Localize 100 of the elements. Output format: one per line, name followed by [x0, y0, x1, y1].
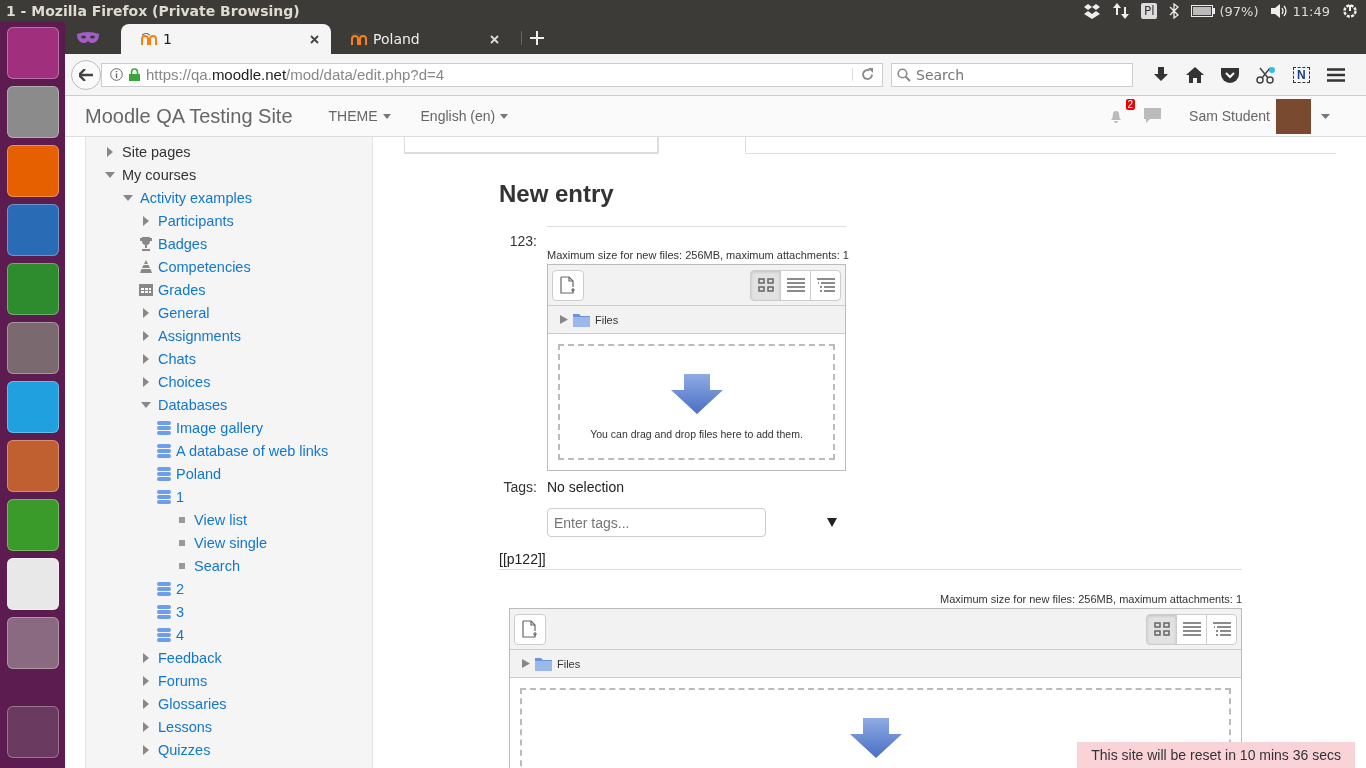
- nav-tree-item[interactable]: Site pages: [122, 143, 191, 160]
- list-view-icon: [1182, 622, 1201, 636]
- folder-label[interactable]: Files: [595, 313, 619, 326]
- download-icon[interactable]: [1153, 66, 1169, 83]
- bluetooth-icon[interactable]: [1169, 3, 1180, 19]
- nav-tree-item[interactable]: Image gallery: [176, 419, 264, 436]
- menu-icon[interactable]: [1326, 67, 1345, 82]
- folder-icon: [535, 656, 552, 671]
- nav-tree-item[interactable]: View single: [194, 534, 268, 551]
- field-label: 123:: [508, 232, 537, 251]
- nav-tree-item[interactable]: Databases: [158, 396, 228, 413]
- clock[interactable]: 11:49: [1292, 3, 1330, 19]
- user-name[interactable]: Sam Student: [1189, 108, 1270, 124]
- tags-input[interactable]: Enter tags...: [547, 508, 766, 537]
- lock-icon: [129, 68, 140, 81]
- speaker-icon[interactable]: [1270, 4, 1289, 18]
- nav-tree-item[interactable]: Competencies: [158, 258, 251, 275]
- nav-tree-item[interactable]: 2: [176, 580, 185, 597]
- nav-tree-item[interactable]: 1: [176, 488, 185, 505]
- nav-tree-item[interactable]: Badges: [158, 235, 208, 252]
- nav-tree-item[interactable]: Poland: [176, 465, 222, 482]
- expand-arrow-icon[interactable]: [560, 315, 568, 324]
- tab-title: Poland: [373, 31, 420, 47]
- pyramid-icon: [138, 258, 154, 275]
- nav-tree-item[interactable]: Grades: [158, 281, 206, 298]
- notification-count: 2: [1125, 99, 1136, 110]
- upload-limit-note: Maximum size for new files: 256MB, maximum attachments: 1: [940, 593, 1242, 605]
- nav-tree-item[interactable]: View list: [194, 511, 247, 528]
- drop-zone[interactable]: You can drag and drop files here to add them.: [558, 344, 835, 460]
- view-mode-button[interactable]: [780, 269, 811, 301]
- bullet-icon: [179, 539, 185, 546]
- add-file-button[interactable]: [514, 613, 546, 645]
- template-tag: [[p122]]: [499, 551, 1242, 570]
- nav-tree-item[interactable]: 4: [176, 626, 185, 643]
- search-field[interactable]: Search: [891, 62, 1133, 87]
- field-label: Tags:: [502, 479, 537, 497]
- box-icon[interactable]: [1082, 3, 1101, 19]
- keyboard-layout-indicator[interactable]: Pl: [1140, 3, 1158, 19]
- down-arrow-icon: [670, 374, 723, 414]
- mask-icon: [77, 32, 99, 44]
- nav-tree-item[interactable]: Activity examples: [140, 189, 252, 206]
- power-gear-icon[interactable]: [1342, 3, 1358, 19]
- mortarboard-icon: [351, 33, 367, 45]
- nav-tree-item[interactable]: Search: [194, 557, 240, 574]
- dropdown-menu[interactable]: English (en): [420, 108, 509, 124]
- reload-icon[interactable]: [852, 68, 874, 81]
- home-icon[interactable]: [1186, 66, 1204, 83]
- caret-icon: [382, 113, 391, 119]
- database-icon: [156, 626, 172, 643]
- browser-tab[interactable]: 1: [121, 24, 331, 54]
- dropdown-arrow-icon[interactable]: [827, 518, 837, 527]
- down-arrow-icon: [849, 718, 902, 758]
- shield-chevron-icon[interactable]: [1221, 66, 1239, 83]
- nav-tree-item[interactable]: Lessons: [158, 718, 212, 735]
- view-mode-button[interactable]: [810, 269, 841, 301]
- nav-tree-item[interactable]: Assignments: [158, 327, 241, 344]
- avatar-photo-placeholder[interactable]: [1276, 98, 1311, 134]
- tags-selection: No selection: [547, 479, 626, 495]
- battery-percentage[interactable]: (97%): [1219, 3, 1259, 19]
- add-file-button[interactable]: [552, 269, 584, 301]
- dropdown-menu[interactable]: THEME: [328, 108, 391, 124]
- site-name[interactable]: Moodle QA Testing Site: [85, 104, 293, 128]
- chat-bubble-icon[interactable]: [1144, 108, 1162, 124]
- close-icon[interactable]: [310, 34, 319, 44]
- tab-title: 1: [163, 31, 172, 47]
- nav-tree-item[interactable]: My courses: [122, 166, 197, 183]
- drop-hint: You can drag and drop files here to add them.: [590, 428, 803, 440]
- nav-tree-item[interactable]: Feedback: [158, 649, 222, 666]
- browser-tab[interactable]: Poland: [331, 24, 511, 54]
- up-down-arrows-icon[interactable]: [1112, 3, 1129, 19]
- address-bar[interactable]: https://qa.moodle.net/mod/data/edit.php?d=4: [101, 62, 883, 87]
- search-icon: [897, 67, 911, 82]
- extension-button[interactable]: N: [1293, 66, 1310, 83]
- new-tab-icon[interactable]: [521, 31, 544, 45]
- view-mode-button[interactable]: [1176, 613, 1207, 645]
- nav-tree-item[interactable]: General: [158, 304, 210, 321]
- nav-tree-item[interactable]: Glossaries: [158, 695, 227, 712]
- database-icon: [156, 419, 172, 436]
- list-view-icon: [786, 278, 805, 292]
- view-mode-button[interactable]: [1146, 613, 1177, 645]
- grid-view-icon: [757, 278, 774, 292]
- nav-tree-item[interactable]: 3: [176, 603, 185, 620]
- nav-tree-item[interactable]: Quizzes: [158, 741, 211, 758]
- nav-tree-item[interactable]: A database of web links: [176, 442, 329, 459]
- nav-tree-item[interactable]: Chats: [158, 350, 196, 367]
- info-icon[interactable]: [110, 68, 123, 81]
- nav-tree-item[interactable]: Participants: [158, 212, 234, 229]
- back-button[interactable]: [71, 59, 101, 90]
- reset-notice: This site will be reset in 10 mins 36 secs: [1077, 742, 1355, 768]
- view-mode-button[interactable]: [1206, 613, 1237, 645]
- expand-arrow-icon[interactable]: [522, 659, 530, 668]
- caret-icon[interactable]: [1321, 113, 1330, 119]
- battery-icon[interactable]: [1191, 5, 1216, 17]
- mortarboard-icon: [141, 33, 157, 45]
- back-arrow-icon: [79, 68, 93, 81]
- folder-label[interactable]: Files: [557, 657, 581, 670]
- view-mode-button[interactable]: [750, 269, 781, 301]
- nav-tree-item[interactable]: Forums: [158, 672, 208, 689]
- nav-tree-item[interactable]: Choices: [158, 373, 211, 390]
- scissors-icon[interactable]: [1256, 65, 1276, 84]
